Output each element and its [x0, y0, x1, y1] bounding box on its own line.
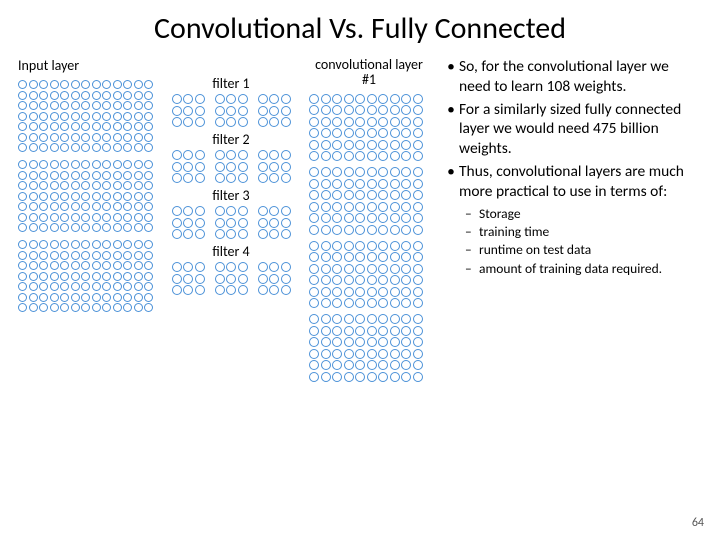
- circle-grid: [258, 206, 291, 239]
- circle-grid: [172, 206, 205, 239]
- filter-block-4: filter 4: [167, 243, 295, 295]
- filters-column: filter 1 filter 2 filter 3 filter 4: [167, 53, 295, 299]
- sub-bullet-item: –Storage: [465, 205, 702, 222]
- circle-grid: [18, 160, 153, 232]
- filter-label: filter 1: [167, 75, 295, 92]
- circle-grid: [215, 206, 248, 239]
- circle-grid: [258, 150, 291, 183]
- circle-grid: [309, 94, 429, 162]
- filter-block-1: filter 1: [167, 75, 295, 127]
- circle-grid: [172, 262, 205, 295]
- circle-grid: [215, 150, 248, 183]
- filter-block-3: filter 3: [167, 187, 295, 239]
- conv-layer-label: convolutional layer #1: [309, 57, 429, 88]
- circle-grid: [18, 80, 153, 152]
- circle-grid: [258, 262, 291, 295]
- filter-label: filter 4: [167, 243, 295, 260]
- bullet-list: •So, for the convolutional layer we need…: [443, 57, 702, 202]
- circle-grid: [309, 314, 429, 382]
- slide-title: Convolutional Vs. Fully Connected: [18, 10, 702, 47]
- sub-bullet-item: –amount of training data required.: [465, 260, 702, 277]
- sub-bullet-item: –runtime on test data: [465, 241, 702, 258]
- circle-grid: [18, 240, 153, 312]
- circle-grid: [309, 167, 429, 235]
- bullet-item: •For a similarly sized fully connected l…: [443, 100, 702, 159]
- slide-number: 64: [692, 516, 704, 530]
- circle-grid: [215, 94, 248, 127]
- slide-body: Input layer filter 1filter 2filter 3filt…: [18, 53, 702, 388]
- sub-bullet-list: –Storage–training time–runtime on test d…: [443, 205, 702, 277]
- circle-grid: [172, 150, 205, 183]
- input-layer-column: Input layer: [18, 53, 153, 320]
- circle-grid: [215, 262, 248, 295]
- circle-grid: [309, 241, 429, 309]
- filter-label: filter 3: [167, 187, 295, 204]
- conv-layer-column: convolutional layer #1: [309, 53, 429, 388]
- input-layer-label: Input layer: [18, 57, 153, 74]
- filter-label: filter 2: [167, 131, 295, 148]
- circle-grid: [172, 94, 205, 127]
- bullet-item: •Thus, convolutional layers are much mor…: [443, 162, 702, 202]
- filter-block-2: filter 2: [167, 131, 295, 183]
- circle-grid: [258, 94, 291, 127]
- bullet-item: •So, for the convolutional layer we need…: [443, 57, 702, 97]
- text-content: •So, for the convolutional layer we need…: [443, 53, 702, 278]
- sub-bullet-item: –training time: [465, 223, 702, 240]
